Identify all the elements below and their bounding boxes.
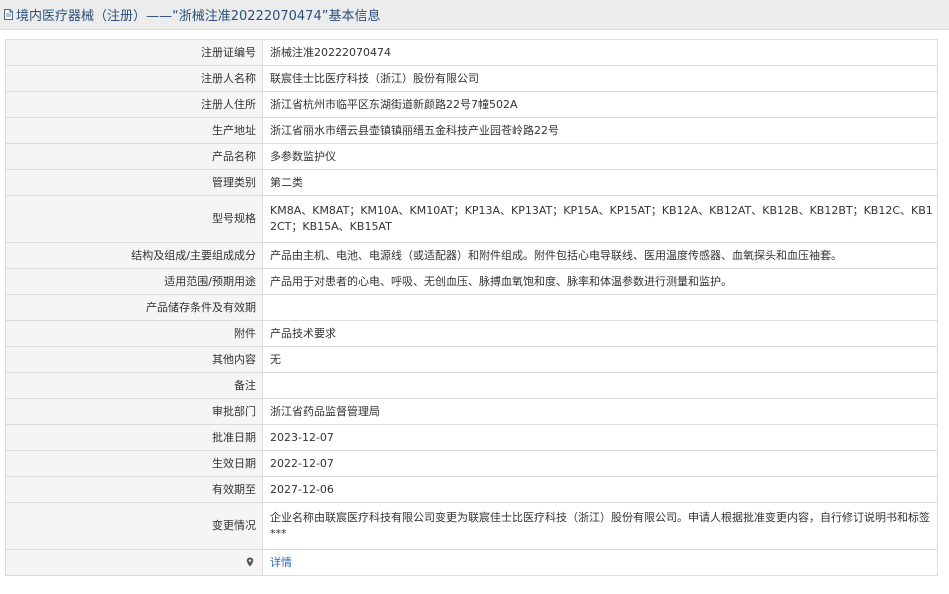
table-row: 适用范围/预期用途 产品用于对患者的心电、呼吸、无创血压、脉搏血氧饱和度、脉率和… [5, 268, 938, 295]
row-label: 审批部门 [5, 398, 263, 425]
document-icon [4, 9, 13, 20]
row-label: 适用范围/预期用途 [5, 268, 263, 295]
detail-row: 详情 [5, 549, 938, 576]
row-label: 生产地址 [5, 117, 263, 144]
table-row: 有效期至 2027-12-06 [5, 476, 938, 503]
table-row: 注册人住所 浙江省杭州市临平区东湖街道新颜路22号7幢502A [5, 91, 938, 118]
table-row: 附件 产品技术要求 [5, 320, 938, 347]
page-title-bar: 境内医疗器械（注册）——“浙械注准20222070474”基本信息 [0, 0, 949, 30]
row-label: 备注 [5, 372, 263, 399]
row-value [262, 372, 938, 399]
row-label: 生效日期 [5, 450, 263, 477]
table-row: 型号规格 KM8A、KM8AT；KM10A、KM10AT；KP13A、KP13A… [5, 195, 938, 243]
row-label: 有效期至 [5, 476, 263, 503]
row-label: 变更情况 [5, 502, 263, 550]
row-value: 浙江省药品监督管理局 [262, 398, 938, 425]
table-row: 变更情况 企业名称由联宸医疗科技有限公司变更为联宸佳士比医疗科技（浙江）股份有限… [5, 502, 938, 550]
table-row: 结构及组成/主要组成成分 产品由主机、电池、电源线（或适配器）和附件组成。附件包… [5, 242, 938, 269]
table-row: 注册证编号 浙械注准20222070474 [5, 39, 938, 66]
page-title: 境内医疗器械（注册）——“浙械注准20222070474”基本信息 [16, 9, 381, 24]
table-row: 注册人名称 联宸佳士比医疗科技（浙江）股份有限公司 [5, 65, 938, 92]
table-row: 管理类别 第二类 [5, 169, 938, 196]
row-label: 管理类别 [5, 169, 263, 196]
row-value: KM8A、KM8AT；KM10A、KM10AT；KP13A、KP13AT；KP1… [262, 195, 938, 243]
row-value: 第二类 [262, 169, 938, 196]
detail-link[interactable]: 详情 [270, 556, 292, 569]
table-row: 备注 [5, 372, 938, 399]
table-row: 批准日期 2023-12-07 [5, 424, 938, 451]
row-label: 产品储存条件及有效期 [5, 294, 263, 321]
row-value: 浙械注准20222070474 [262, 39, 938, 66]
row-value: 联宸佳士比医疗科技（浙江）股份有限公司 [262, 65, 938, 92]
row-value: 产品技术要求 [262, 320, 938, 347]
row-value: 企业名称由联宸医疗科技有限公司变更为联宸佳士比医疗科技（浙江）股份有限公司。申请… [262, 502, 938, 550]
info-table-container: 注册证编号 浙械注准20222070474 注册人名称 联宸佳士比医疗科技（浙江… [5, 39, 938, 576]
table-row: 其他内容 无 [5, 346, 938, 373]
row-label: 结构及组成/主要组成成分 [5, 242, 263, 269]
detail-row-label [5, 549, 263, 576]
row-label: 批准日期 [5, 424, 263, 451]
row-value: 2022-12-07 [262, 450, 938, 477]
row-value: 产品用于对患者的心电、呼吸、无创血压、脉搏血氧饱和度、脉率和体温参数进行测量和监… [262, 268, 938, 295]
table-row: 产品名称 多参数监护仪 [5, 143, 938, 170]
row-value: 2023-12-07 [262, 424, 938, 451]
row-value: 2027-12-06 [262, 476, 938, 503]
row-label: 其他内容 [5, 346, 263, 373]
row-label: 产品名称 [5, 143, 263, 170]
row-value [262, 294, 938, 321]
row-value: 浙江省杭州市临平区东湖街道新颜路22号7幢502A [262, 91, 938, 118]
info-table: 注册证编号 浙械注准20222070474 注册人名称 联宸佳士比医疗科技（浙江… [5, 39, 938, 576]
location-pin-icon [246, 557, 254, 566]
table-row: 生产地址 浙江省丽水市缙云县壶镇镇丽缙五金科技产业园苍岭路22号 [5, 117, 938, 144]
table-row: 生效日期 2022-12-07 [5, 450, 938, 477]
row-value: 浙江省丽水市缙云县壶镇镇丽缙五金科技产业园苍岭路22号 [262, 117, 938, 144]
detail-row-value: 详情 [262, 549, 938, 576]
row-label: 型号规格 [5, 195, 263, 243]
row-value: 产品由主机、电池、电源线（或适配器）和附件组成。附件包括心电导联线、医用温度传感… [262, 242, 938, 269]
table-row: 产品储存条件及有效期 [5, 294, 938, 321]
row-label: 注册人名称 [5, 65, 263, 92]
row-value: 无 [262, 346, 938, 373]
row-label: 附件 [5, 320, 263, 347]
row-label: 注册人住所 [5, 91, 263, 118]
table-row: 审批部门 浙江省药品监督管理局 [5, 398, 938, 425]
row-label: 注册证编号 [5, 39, 263, 66]
row-value: 多参数监护仪 [262, 143, 938, 170]
